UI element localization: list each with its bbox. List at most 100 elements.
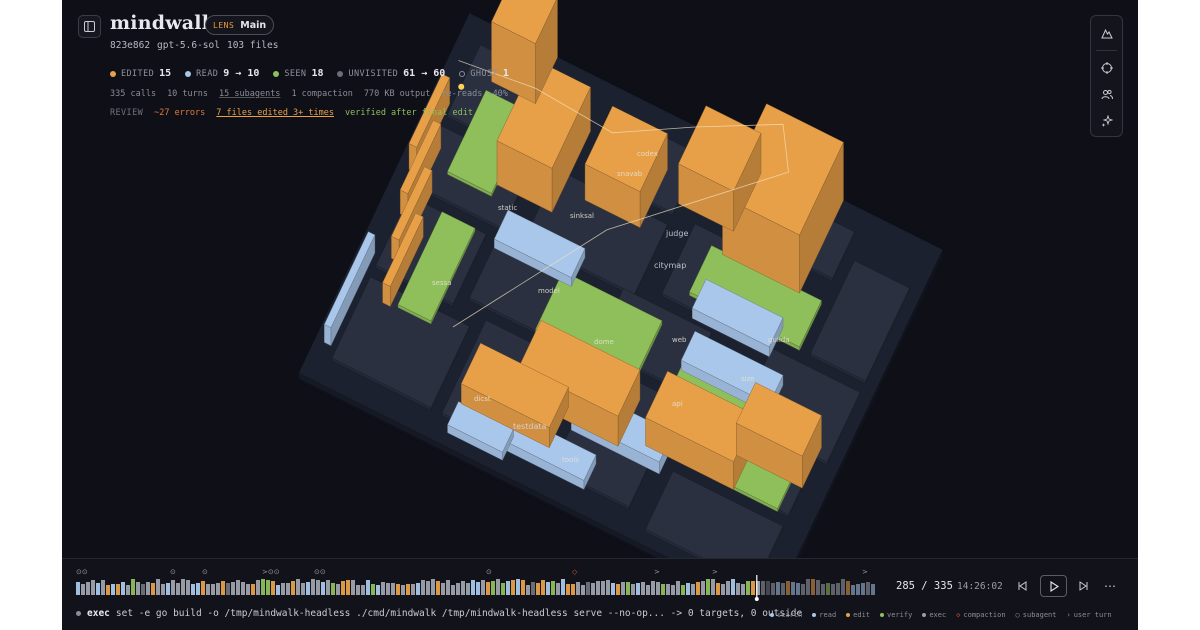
timeline-event-bar[interactable] — [461, 581, 465, 595]
timeline-event-bar[interactable] — [371, 584, 375, 595]
timeline-event-bar[interactable] — [536, 583, 540, 595]
timeline-event-bar[interactable] — [746, 581, 750, 595]
timeline-event-bar[interactable] — [246, 584, 250, 595]
timeline-event-bar[interactable] — [721, 584, 725, 595]
timeline-event-bar[interactable] — [731, 579, 735, 595]
timeline-event-bar[interactable] — [266, 580, 270, 595]
timeline-event-bar[interactable] — [526, 585, 530, 595]
timeline-event-bar[interactable] — [91, 580, 95, 595]
timeline-event-bar[interactable] — [446, 580, 450, 595]
timeline-event-bar[interactable] — [171, 580, 175, 595]
timeline-event-bar[interactable] — [606, 580, 610, 595]
timeline-event-bar[interactable] — [741, 584, 745, 595]
timeline-event-bar[interactable] — [256, 580, 260, 595]
focus-button[interactable] — [1096, 57, 1118, 79]
sidebar-toggle-button[interactable] — [78, 15, 101, 38]
timeline-event-bar[interactable] — [776, 582, 780, 595]
timeline-event-bar[interactable] — [311, 579, 315, 595]
timeline-event-bar[interactable] — [676, 581, 680, 595]
timeline-event-bar[interactable] — [426, 581, 430, 595]
timeline-event-bar[interactable] — [591, 583, 595, 595]
timeline-event-bar[interactable] — [391, 583, 395, 595]
timeline-event-bar[interactable] — [516, 579, 520, 595]
timeline-event-bar[interactable] — [681, 585, 685, 595]
timeline-event-bar[interactable] — [491, 581, 495, 595]
timeline-event-bar[interactable] — [796, 583, 800, 595]
timeline-event-bar[interactable] — [181, 579, 185, 595]
timeline-event-bar[interactable] — [301, 583, 305, 595]
timeline-event-bar[interactable] — [186, 580, 190, 595]
timeline-event-bar[interactable] — [766, 581, 770, 595]
review-errors[interactable]: ~27 errors — [154, 108, 205, 118]
timeline-event-bar[interactable] — [761, 581, 765, 595]
lens-selector[interactable]: LENS Main — [205, 15, 275, 35]
timeline-event-bar[interactable] — [456, 583, 460, 595]
timeline-event-bar[interactable] — [716, 583, 720, 595]
timeline-event-bar[interactable] — [221, 581, 225, 595]
timeline-event-bar[interactable] — [296, 579, 300, 595]
timeline-event-bar[interactable] — [201, 581, 205, 595]
timeline-event-bar[interactable] — [846, 581, 850, 595]
effects-button[interactable] — [1096, 110, 1118, 132]
timeline-event-bar[interactable] — [636, 583, 640, 595]
timeline-event-bar[interactable] — [566, 584, 570, 595]
timeline-event-bar[interactable] — [401, 585, 405, 595]
timeline-event-bar[interactable] — [121, 582, 125, 595]
timeline-event-bar[interactable] — [621, 582, 625, 595]
timeline-event-bar[interactable] — [176, 583, 180, 595]
timeline-event-bar[interactable] — [696, 582, 700, 595]
timeline-event-bar[interactable] — [111, 584, 115, 595]
timeline-event-bar[interactable] — [521, 580, 525, 595]
timeline-event-bar[interactable] — [416, 583, 420, 595]
timeline-event-bar[interactable] — [236, 580, 240, 595]
subagent-marker[interactable]: ⊙⊙ — [76, 568, 88, 576]
timeline-event-bar[interactable] — [471, 580, 475, 595]
timeline-event-bar[interactable] — [286, 583, 290, 595]
timeline-event-bar[interactable] — [601, 581, 605, 595]
timeline-event-bar[interactable] — [156, 579, 160, 595]
timeline-event-bar[interactable] — [821, 584, 825, 595]
timeline-event-bar[interactable] — [706, 579, 710, 595]
timeline-event-bar[interactable] — [276, 585, 280, 595]
timeline-event-bar[interactable] — [251, 584, 255, 595]
legend-seen[interactable]: SEEN 18 — [273, 68, 323, 79]
legend-unvisited[interactable]: UNVISITED 61 → 60 — [337, 68, 445, 79]
timeline-event-bar[interactable] — [546, 582, 550, 595]
step-forward-button[interactable] — [1075, 575, 1091, 597]
timeline-scrubber[interactable]: ⊙⊙ ⊙ ⊙ >⊙⊙ ⊙⊙ ⊙ ◇ > > > — [76, 565, 876, 601]
timeline-event-bar[interactable] — [116, 584, 120, 595]
timeline-event-bar[interactable] — [751, 581, 755, 595]
timeline-event-bar[interactable] — [511, 580, 515, 595]
timeline-event-bar[interactable] — [771, 583, 775, 595]
timeline-event-bar[interactable] — [611, 583, 615, 595]
subagent-marker[interactable]: ⊙⊙ — [314, 568, 326, 576]
timeline-event-bar[interactable] — [216, 583, 220, 595]
more-options-button[interactable]: ⋯ — [1102, 575, 1118, 597]
timeline-event-bar[interactable] — [431, 579, 435, 595]
timeline-event-bar[interactable] — [331, 583, 335, 595]
timeline-event-bar[interactable] — [856, 584, 860, 595]
timeline-event-bar[interactable] — [151, 583, 155, 595]
user-turn-marker[interactable]: > — [654, 568, 660, 576]
timeline-event-bar[interactable] — [861, 583, 865, 595]
timeline-event-bar[interactable] — [666, 584, 670, 595]
timeline-event-bar[interactable] — [641, 582, 645, 595]
timeline-event-bar[interactable] — [581, 585, 585, 595]
subagent-marker[interactable]: ⊙ — [486, 568, 492, 576]
timeline-event-bar[interactable] — [241, 582, 245, 595]
timeline-event-bar[interactable] — [726, 581, 730, 595]
timeline-event-bar[interactable] — [451, 585, 455, 595]
timeline-event-bar[interactable] — [476, 582, 480, 595]
timeline-event-bar[interactable] — [691, 584, 695, 595]
subagent-marker[interactable]: ⊙ — [202, 568, 208, 576]
timeline-event-bar[interactable] — [576, 582, 580, 595]
compaction-marker[interactable]: ◇ — [572, 568, 578, 576]
timeline-event-bar[interactable] — [791, 582, 795, 595]
timeline-event-bar[interactable] — [281, 583, 285, 595]
timeline-event-bar[interactable] — [226, 583, 230, 595]
timeline-event-bar[interactable] — [551, 581, 555, 595]
timeline-event-bar[interactable] — [86, 582, 90, 595]
timeline-event-bar[interactable] — [411, 584, 415, 595]
timeline-event-bar[interactable] — [106, 585, 110, 595]
timeline-event-bar[interactable] — [816, 580, 820, 595]
